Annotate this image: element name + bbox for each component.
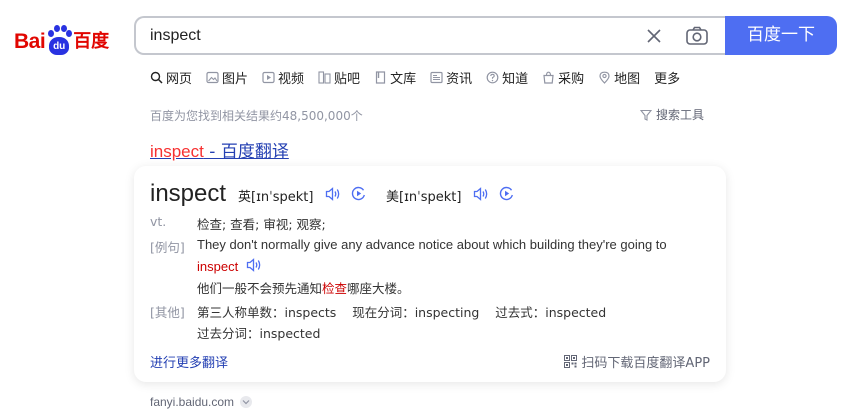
baidu-logo[interactable]: Bai du 百度: [14, 18, 120, 56]
play-circle-icon[interactable]: [499, 186, 514, 205]
search-box: [134, 16, 726, 55]
tab-tieba[interactable]: 贴吧: [318, 66, 360, 88]
play-circle-icon[interactable]: [351, 186, 366, 205]
word-forms-line1: 第三人称单数：inspects 现在分词：inspecting 过去式：insp…: [197, 305, 607, 320]
tab-zhidao[interactable]: 知道: [486, 66, 528, 88]
tab-label: 贴吧: [334, 71, 361, 87]
example-chinese: 他们一般不会预先通知检查哪座大楼。: [197, 278, 410, 297]
tab-video[interactable]: 视频: [262, 66, 304, 88]
tab-label: 网页: [166, 71, 193, 87]
qr-code-icon: [564, 355, 578, 368]
tab-label: 图片: [222, 71, 249, 87]
tieba-icon: [318, 70, 331, 84]
source-url: fanyi.baidu.com: [150, 395, 235, 409]
tab-more[interactable]: 更多: [654, 66, 680, 88]
example-english: They don't normally give any advance not…: [197, 237, 667, 252]
tab-web[interactable]: 网页: [150, 66, 192, 88]
phonetic-uk-text: 英[ɪnˈspekt]: [238, 190, 314, 205]
map-icon: [599, 71, 610, 84]
example-chinese-highlight: 检查: [322, 281, 348, 296]
camera-icon[interactable]: [685, 25, 709, 47]
paw-icon: du: [46, 24, 73, 56]
result-title-rest: - 百度翻译: [203, 142, 289, 162]
tab-map[interactable]: 地图: [598, 66, 640, 88]
example-chinese-pre: 他们一般不会预先通知: [197, 281, 323, 296]
doc-icon: [375, 70, 386, 84]
chevron-down-icon[interactable]: [240, 396, 253, 408]
tab-images[interactable]: 图片: [206, 66, 248, 88]
tab-label: 资讯: [446, 71, 473, 87]
word-forms-line2: 过去分词：inspected: [197, 326, 321, 341]
result-title-link[interactable]: inspect - 百度翻译: [150, 137, 289, 162]
shopping-bag-icon: [543, 71, 554, 84]
result-count: 百度为您找到相关结果约48,500,000个: [150, 109, 363, 123]
tab-caigou[interactable]: 采购: [542, 66, 584, 88]
download-app-label: 扫码下载百度翻译APP: [581, 356, 710, 371]
example-english-highlight: inspect: [197, 259, 239, 274]
video-icon: [262, 71, 275, 83]
logo-text-bai: Bai: [14, 30, 46, 53]
example-highlight-row: inspect: [197, 258, 262, 275]
definition-text: 检查; 查看; 审视; 观察;: [197, 217, 326, 232]
phonetic-us: 美[ɪnˈspekt]: [386, 186, 514, 205]
tab-wenku[interactable]: 文库: [374, 66, 416, 88]
headword: inspect: [150, 180, 227, 207]
tab-label: 地图: [614, 71, 641, 87]
news-icon: [430, 71, 443, 83]
tab-label: 视频: [278, 71, 305, 87]
logo-text-zh: 百度: [73, 31, 110, 52]
tab-news[interactable]: 资讯: [430, 66, 472, 88]
download-app-link[interactable]: 扫码下载百度翻译APP: [564, 352, 710, 371]
search-tabs: 网页 图片 视频 贴吧 文库 资讯 知道 采购 地图 更多: [150, 66, 680, 88]
filter-icon: [640, 109, 652, 121]
tab-label: 文库: [390, 71, 417, 87]
tab-label: 采购: [558, 71, 585, 87]
search-button[interactable]: 百度一下: [725, 16, 837, 55]
more-translation-link[interactable]: 进行更多翻译: [150, 352, 228, 371]
speaker-icon[interactable]: [473, 186, 489, 205]
other-label: [其他]: [150, 305, 185, 320]
phonetic-uk: 英[ɪnˈspekt]: [238, 186, 366, 205]
result-source: fanyi.baidu.com: [150, 395, 253, 409]
phonetic-us-text: 美[ɪnˈspekt]: [386, 190, 462, 205]
result-title-highlight: inspect: [150, 142, 204, 161]
speaker-icon[interactable]: [325, 186, 341, 205]
tab-label: 知道: [502, 71, 529, 87]
part-of-speech: vt.: [150, 214, 167, 229]
close-icon[interactable]: [644, 26, 664, 46]
search-input[interactable]: [150, 18, 630, 53]
question-icon: [486, 71, 499, 83]
search-icon: [150, 71, 163, 84]
tab-label: 更多: [654, 71, 681, 87]
search-tools-button[interactable]: 搜索工具: [640, 106, 704, 123]
search-tools-label: 搜索工具: [656, 108, 705, 122]
example-chinese-post: 哪座大楼。: [347, 281, 410, 296]
logo-text-du: du: [49, 37, 70, 55]
example-label: [例句]: [150, 240, 185, 255]
speaker-icon[interactable]: [246, 258, 262, 275]
dictionary-card: inspect 英[ɪnˈspekt] 美[ɪnˈspekt] vt. 检查; …: [134, 166, 726, 382]
image-icon: [206, 71, 219, 83]
